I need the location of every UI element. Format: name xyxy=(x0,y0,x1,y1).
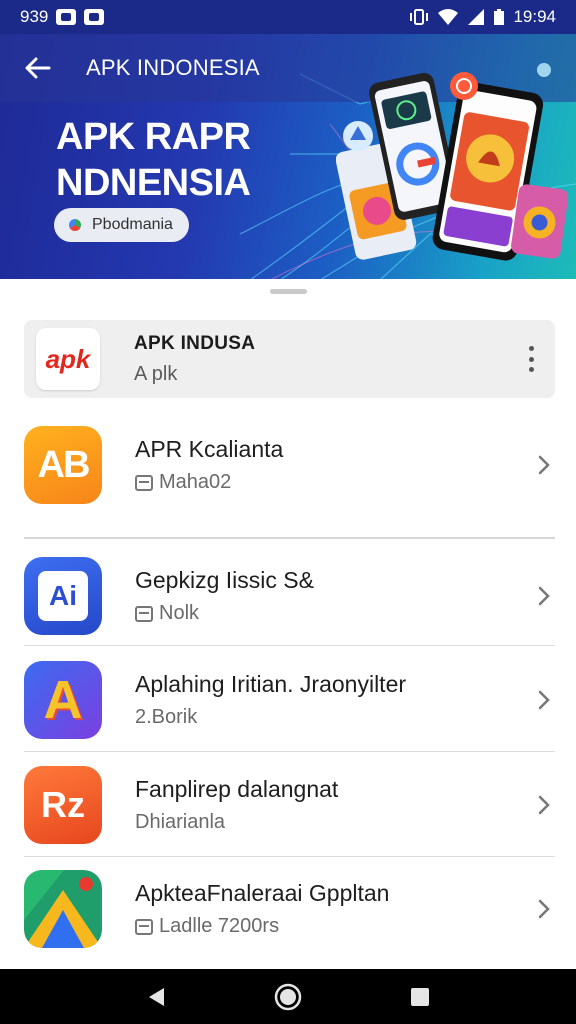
app-icon-label: Rz xyxy=(41,784,85,825)
apk-logo-text: apk xyxy=(46,344,92,374)
banner-title: APK RAPR NDNENSIA xyxy=(56,114,251,206)
app-icon-label: Ai xyxy=(38,571,88,621)
app-subtitle: Dhiarianla xyxy=(135,811,226,833)
app-icon-label: AB xyxy=(37,443,91,486)
battery-icon xyxy=(494,9,505,25)
storage-icon xyxy=(135,918,153,935)
nav-recents-button[interactable] xyxy=(400,977,440,1017)
app-subtitle: Ladlle 7200rs xyxy=(159,915,280,937)
phones-illustration xyxy=(336,63,568,261)
app-name: ApkteaFnaleraai Gppltan xyxy=(135,880,390,906)
app-name: APR Kcalianta xyxy=(135,436,284,462)
app-icon-maps xyxy=(24,870,102,948)
nav-back-icon xyxy=(149,987,164,1006)
app-icon-label: A xyxy=(43,670,83,730)
app-name: Fanplirep dalangnat xyxy=(135,776,339,802)
app-subtitle-row: Maha02 xyxy=(135,471,533,494)
list-divider xyxy=(24,856,555,857)
chevron-right-icon xyxy=(533,454,555,476)
wifi-icon xyxy=(438,9,459,25)
status-time-left: 939 xyxy=(20,7,49,26)
status-bar: 939 19:94 xyxy=(0,0,576,34)
app-item-text: Fanplirep dalangnat Dhiarianla xyxy=(135,776,533,834)
list-divider xyxy=(24,645,555,646)
featured-app-subtitle: A plk xyxy=(134,362,178,385)
chevron-right-icon xyxy=(533,794,555,816)
section-divider xyxy=(24,537,555,539)
header-banner: APK INDONESIA APK RAPR NDNENSIA Pbodmani… xyxy=(0,34,576,280)
banner-title-line1: APK RAPR xyxy=(56,116,251,158)
system-nav-bar xyxy=(0,969,576,1024)
chip-logo-icon xyxy=(66,216,84,234)
status-left: 939 xyxy=(20,7,105,27)
app-list-item[interactable]: Rz Fanplirep dalangnat Dhiarianla xyxy=(24,766,555,844)
app-list-item[interactable]: Ai Gepkizg Iissic S& Nolk xyxy=(24,557,555,635)
app-subtitle: Maha02 xyxy=(159,471,232,493)
status-right: 19:94 xyxy=(409,7,556,27)
app-icon-a: A xyxy=(24,661,102,739)
app-title: APK INDONESIA xyxy=(86,55,260,80)
app-name: Gepkizg Iissic S& xyxy=(135,567,314,593)
featured-app-name: APK INDUSA xyxy=(134,332,256,354)
status-time-right: 19:94 xyxy=(513,7,556,26)
app-list-item[interactable]: ApkteaFnaleraai Gppltan Ladlle 7200rs xyxy=(24,870,555,948)
more-vert-dot xyxy=(528,356,534,362)
app-icon-ab: AB xyxy=(24,426,102,504)
more-options-button[interactable] xyxy=(527,346,535,372)
vibrate-icon xyxy=(410,9,429,25)
notification-icon xyxy=(56,9,77,25)
app-item-text: APR Kcalianta Maha02 xyxy=(135,436,533,494)
chevron-right-icon xyxy=(533,689,555,711)
app-list-item[interactable]: A Aplahing Iritian. Jraonyilter 2.Borik xyxy=(24,661,555,739)
featured-app-card[interactable]: apk APK INDUSA A plk xyxy=(24,320,555,398)
banner-title-line2: NDNENSIA xyxy=(56,162,251,204)
arrow-back-icon xyxy=(25,57,51,79)
chevron-right-icon xyxy=(533,898,555,920)
storage-icon xyxy=(135,474,153,491)
back-button[interactable] xyxy=(0,34,76,102)
drag-handle[interactable] xyxy=(270,289,307,294)
nav-back-button[interactable] xyxy=(136,977,176,1017)
app-subtitle: Nolk xyxy=(159,602,200,624)
nav-home-icon xyxy=(274,983,302,1010)
app-item-text: Gepkizg Iissic S& Nolk xyxy=(135,567,533,625)
app-subtitle-row: 2.Borik xyxy=(135,706,533,729)
notification-icon xyxy=(84,9,105,25)
nav-home-button[interactable] xyxy=(268,977,308,1017)
list-divider xyxy=(24,751,555,752)
signal-icon xyxy=(468,9,485,25)
category-chip[interactable]: Pbodmania xyxy=(54,208,189,242)
app-subtitle: 2.Borik xyxy=(135,706,198,728)
app-item-text: ApkteaFnaleraai Gppltan Ladlle 7200rs xyxy=(135,880,533,938)
app-subtitle-row: Dhiarianla xyxy=(135,811,533,834)
nav-recents-icon xyxy=(411,987,429,1006)
featured-app-text: APK INDUSA A plk xyxy=(134,333,255,386)
app-item-text: Aplahing Iritian. Jraonyilter 2.Borik xyxy=(135,671,533,729)
app-subtitle-row: Nolk xyxy=(135,602,533,625)
more-vert-dot xyxy=(528,367,534,372)
map-app-icon xyxy=(24,870,102,948)
app-subtitle-row: Ladlle 7200rs xyxy=(135,915,533,938)
more-vert-dot xyxy=(528,346,534,351)
app-name: Aplahing Iritian. Jraonyilter xyxy=(135,671,407,697)
app-icon-ai: Ai xyxy=(24,557,102,635)
app-list-item[interactable]: AB APR Kcalianta Maha02 xyxy=(24,426,555,504)
chevron-right-icon xyxy=(533,585,555,607)
featured-app-icon: apk xyxy=(36,328,100,390)
app-icon-rz: Rz xyxy=(24,766,102,844)
app-list-sheet: apk APK INDUSA A plk AB APR Kcalianta Ma… xyxy=(0,279,576,969)
chip-label: Pbodmania xyxy=(92,216,173,233)
apk-logo-icon: apk xyxy=(46,344,92,374)
storage-icon xyxy=(135,605,153,622)
